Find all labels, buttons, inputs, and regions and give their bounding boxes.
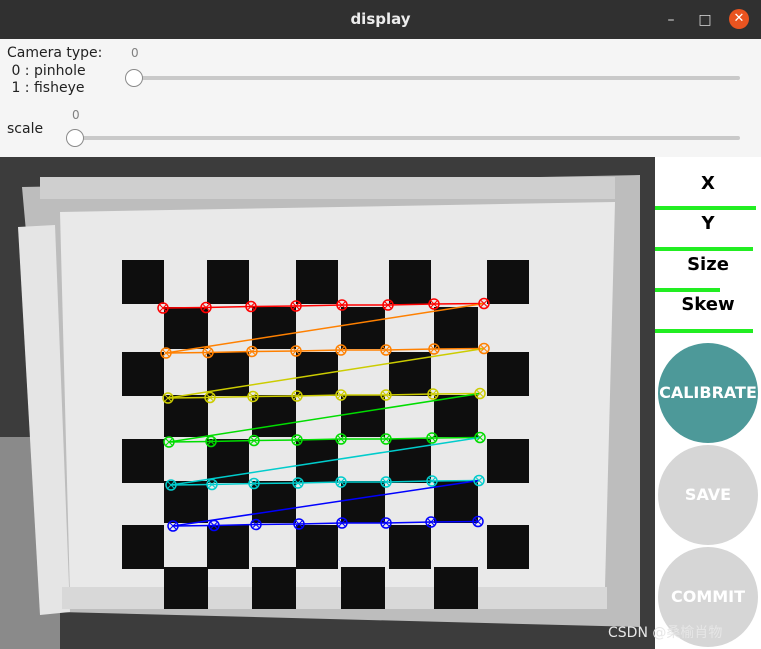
metric-size-label: Size: [687, 254, 729, 275]
checker-square: [122, 260, 164, 304]
close-icon[interactable]: ✕: [729, 9, 749, 29]
checker-square: [487, 352, 529, 396]
metric-y-label: Y: [701, 213, 715, 234]
checker-square: [487, 525, 529, 569]
checker-square: [207, 525, 249, 569]
checker-square: [164, 567, 208, 609]
save-button[interactable]: SAVE: [658, 445, 758, 545]
checker-square: [434, 567, 478, 609]
checker-square: [296, 525, 338, 569]
camera-type-label: Camera type:: [7, 45, 103, 61]
checker-square: [341, 481, 385, 523]
camera-type-option-pinhole: 0 : pinhole: [7, 63, 86, 79]
checker-square: [341, 395, 385, 437]
metric-x-bar: [655, 206, 756, 210]
scale-slider-knob[interactable]: [66, 129, 84, 147]
checker-square: [434, 395, 478, 437]
checker-square: [122, 352, 164, 396]
scale-slider[interactable]: [75, 136, 740, 140]
scale-value: 0: [72, 108, 80, 122]
checker-square: [164, 307, 208, 349]
camera-type-value: 0: [131, 46, 139, 60]
metric-y-bar: [655, 247, 753, 251]
checker-square: [207, 352, 249, 396]
metric-x-label: X: [701, 173, 715, 194]
watermark: CSDN @桑榆肖物: [608, 625, 723, 641]
minimize-icon[interactable]: –: [661, 10, 681, 30]
checker-square: [164, 481, 208, 523]
checker-square: [389, 525, 431, 569]
calibrate-button[interactable]: CALIBRATE: [658, 343, 758, 443]
checker-square: [122, 525, 164, 569]
camera-frame: [0, 157, 655, 649]
checker-square: [341, 307, 385, 349]
checker-square: [487, 260, 529, 304]
camera-type-slider-knob[interactable]: [125, 69, 143, 87]
checker-square: [122, 439, 164, 483]
camera-type-slider[interactable]: [134, 76, 740, 80]
checker-square: [296, 260, 338, 304]
trackbar-panel: Camera type: 0 : pinhole 1 : fisheye 0 s…: [0, 39, 761, 157]
checker-square: [252, 481, 296, 523]
metric-skew-label: Skew: [681, 294, 735, 315]
camera-view: [0, 157, 655, 649]
ruler-top: [40, 177, 615, 199]
metric-size-bar: [655, 288, 720, 292]
checker-square: [252, 567, 296, 609]
checker-square: [252, 307, 296, 349]
ruler-bottom: [62, 587, 607, 609]
calibration-sidebar: X Y Size Skew CALIBRATE SAVE COMMIT: [655, 157, 761, 649]
checker-square: [434, 307, 478, 349]
scale-label: scale: [7, 121, 44, 137]
window-title: display: [350, 10, 411, 28]
checker-square: [341, 567, 385, 609]
window-titlebar: display – □ ✕: [0, 0, 761, 39]
checker-square: [389, 260, 431, 304]
camera-type-option-fisheye: 1 : fisheye: [7, 80, 85, 96]
metric-skew-bar: [655, 329, 753, 333]
checker-square: [252, 395, 296, 437]
checker-square: [487, 439, 529, 483]
checker-square: [389, 352, 431, 396]
checker-square: [434, 481, 478, 523]
checker-square: [207, 260, 249, 304]
maximize-icon[interactable]: □: [695, 10, 715, 30]
